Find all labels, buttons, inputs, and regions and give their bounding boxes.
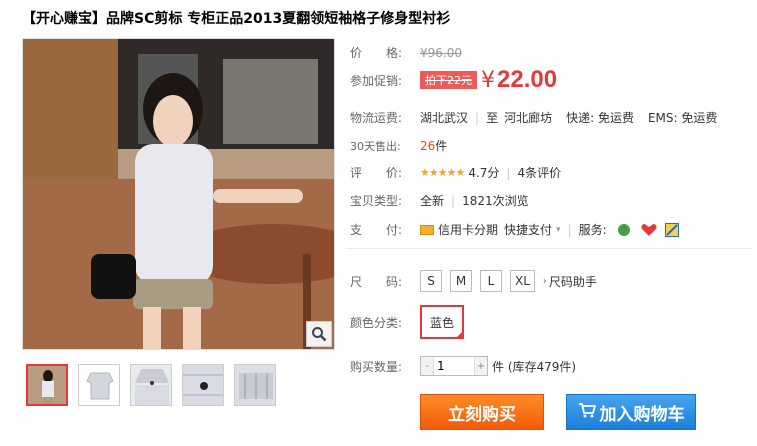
thumbnail-4[interactable] [182,364,224,406]
quantity-row: 购买数量: - + 件 (库存479件) [350,356,576,376]
currency-symbol: ¥ [481,67,495,93]
service-label: 服务: [578,223,607,237]
item-type-row: 宝贝类型: 全新 | 1821次浏览 [350,192,529,209]
ship-to-selector[interactable]: 河北廊坊 [504,109,552,126]
sales-count: 26 [420,138,436,153]
authentic-badge-icon[interactable] [664,222,679,237]
svg-text:7: 7 [621,225,626,235]
chevron-right-icon: › [542,275,547,287]
cart-icon [578,402,596,423]
sales-row: 30天售出: 26 件 [350,137,447,154]
view-count: 1821次浏览 [462,194,529,208]
payment-row: 支 付: 信用卡分期 快捷支付 ▾ | 服务: 7 [350,221,679,238]
quick-pay-link[interactable]: 快捷支付 [504,221,552,238]
seven-day-return-icon[interactable]: 7 [617,223,631,237]
buy-now-button[interactable]: 立刻购买 [420,394,544,430]
quantity-input[interactable] [433,357,475,375]
size-option-l[interactable]: L [480,270,502,292]
star-rating-icon: ★★★★★ [420,166,465,179]
quantity-label: 购买数量: [350,359,403,374]
price-row: 价 格: ¥96.00 [350,44,462,61]
size-helper-link[interactable]: 尺码助手 [549,273,597,290]
item-condition: 全新 [420,194,445,208]
ship-from: 湖北武汉 [420,111,469,125]
thumbnail-strip [26,364,276,406]
item-type-label: 宝贝类型: [350,194,403,208]
section-divider [346,248,751,249]
color-row: 颜色分类: 蓝色 [350,305,464,339]
shipping-row: 物流运费: 湖北武汉 | 至 河北廊坊 快递: 免运费 EMS: 免运费 [350,109,717,126]
credit-installment-link[interactable]: 信用卡分期 [438,221,498,238]
sales-unit: 件 [435,139,448,153]
rating-score: 4.7分 [468,166,500,180]
shipping-label: 物流运费: [350,111,403,125]
sales-label: 30天售出: [350,139,401,153]
size-row: 尺 码: S M L XL › 尺码助手 [350,270,597,292]
rating-row: 评 价: ★★★★★ 4.7分 | 4条评价 [350,164,561,181]
original-price: ¥96.00 [420,45,462,60]
promo-label: 参加促销: [350,73,403,88]
chevron-down-icon[interactable]: ▾ [556,225,561,235]
quantity-increase-button[interactable]: + [475,357,487,375]
product-title: 【开心赚宝】品牌SC剪标 专柜正品2013夏翻领短袖格子修身型衬衫 [22,11,451,27]
ems-fee: EMS: 免运费 [647,111,718,125]
credit-card-icon [420,224,434,235]
divider: | [451,193,456,208]
add-to-cart-label: 加入购物车 [599,404,685,425]
divider: | [506,165,511,180]
size-option-s[interactable]: S [420,270,442,292]
stock-info: 件 (库存479件) [492,359,577,374]
divider: | [567,222,572,237]
quantity-decrease-button[interactable]: - [421,357,433,375]
promo-row: 参加促销: 拍下22元 ¥ 22.00 [350,66,557,94]
payment-label: 支 付: [350,223,403,237]
magnifier-icon[interactable] [306,321,332,347]
reviews-link[interactable]: 4条评价 [517,164,561,181]
divider: | [475,110,480,125]
express-fee: 快递: 免运费 [566,111,634,125]
thumbnail-2[interactable] [78,364,120,406]
thumbnail-5[interactable] [234,364,276,406]
rating-label: 评 价: [350,166,403,180]
guarantee-badge-icon[interactable] [641,223,657,237]
promo-tag: 拍下22元 [420,71,477,89]
color-option-blue[interactable]: 蓝色 [420,305,464,339]
add-to-cart-button[interactable]: 加入购物车 [566,394,696,430]
ship-to-prefix: 至 [486,111,499,125]
thumbnail-1[interactable] [26,364,68,406]
quantity-stepper: - + [420,356,488,376]
main-product-image[interactable] [22,38,335,350]
thumbnail-3[interactable] [130,364,172,406]
size-option-xl[interactable]: XL [510,270,535,292]
product-photo [23,39,334,349]
price-label: 价 格: [350,46,403,60]
size-label: 尺 码: [350,274,403,289]
size-option-m[interactable]: M [450,270,472,292]
color-label: 颜色分类: [350,315,403,330]
promo-price: 22.00 [497,66,558,93]
